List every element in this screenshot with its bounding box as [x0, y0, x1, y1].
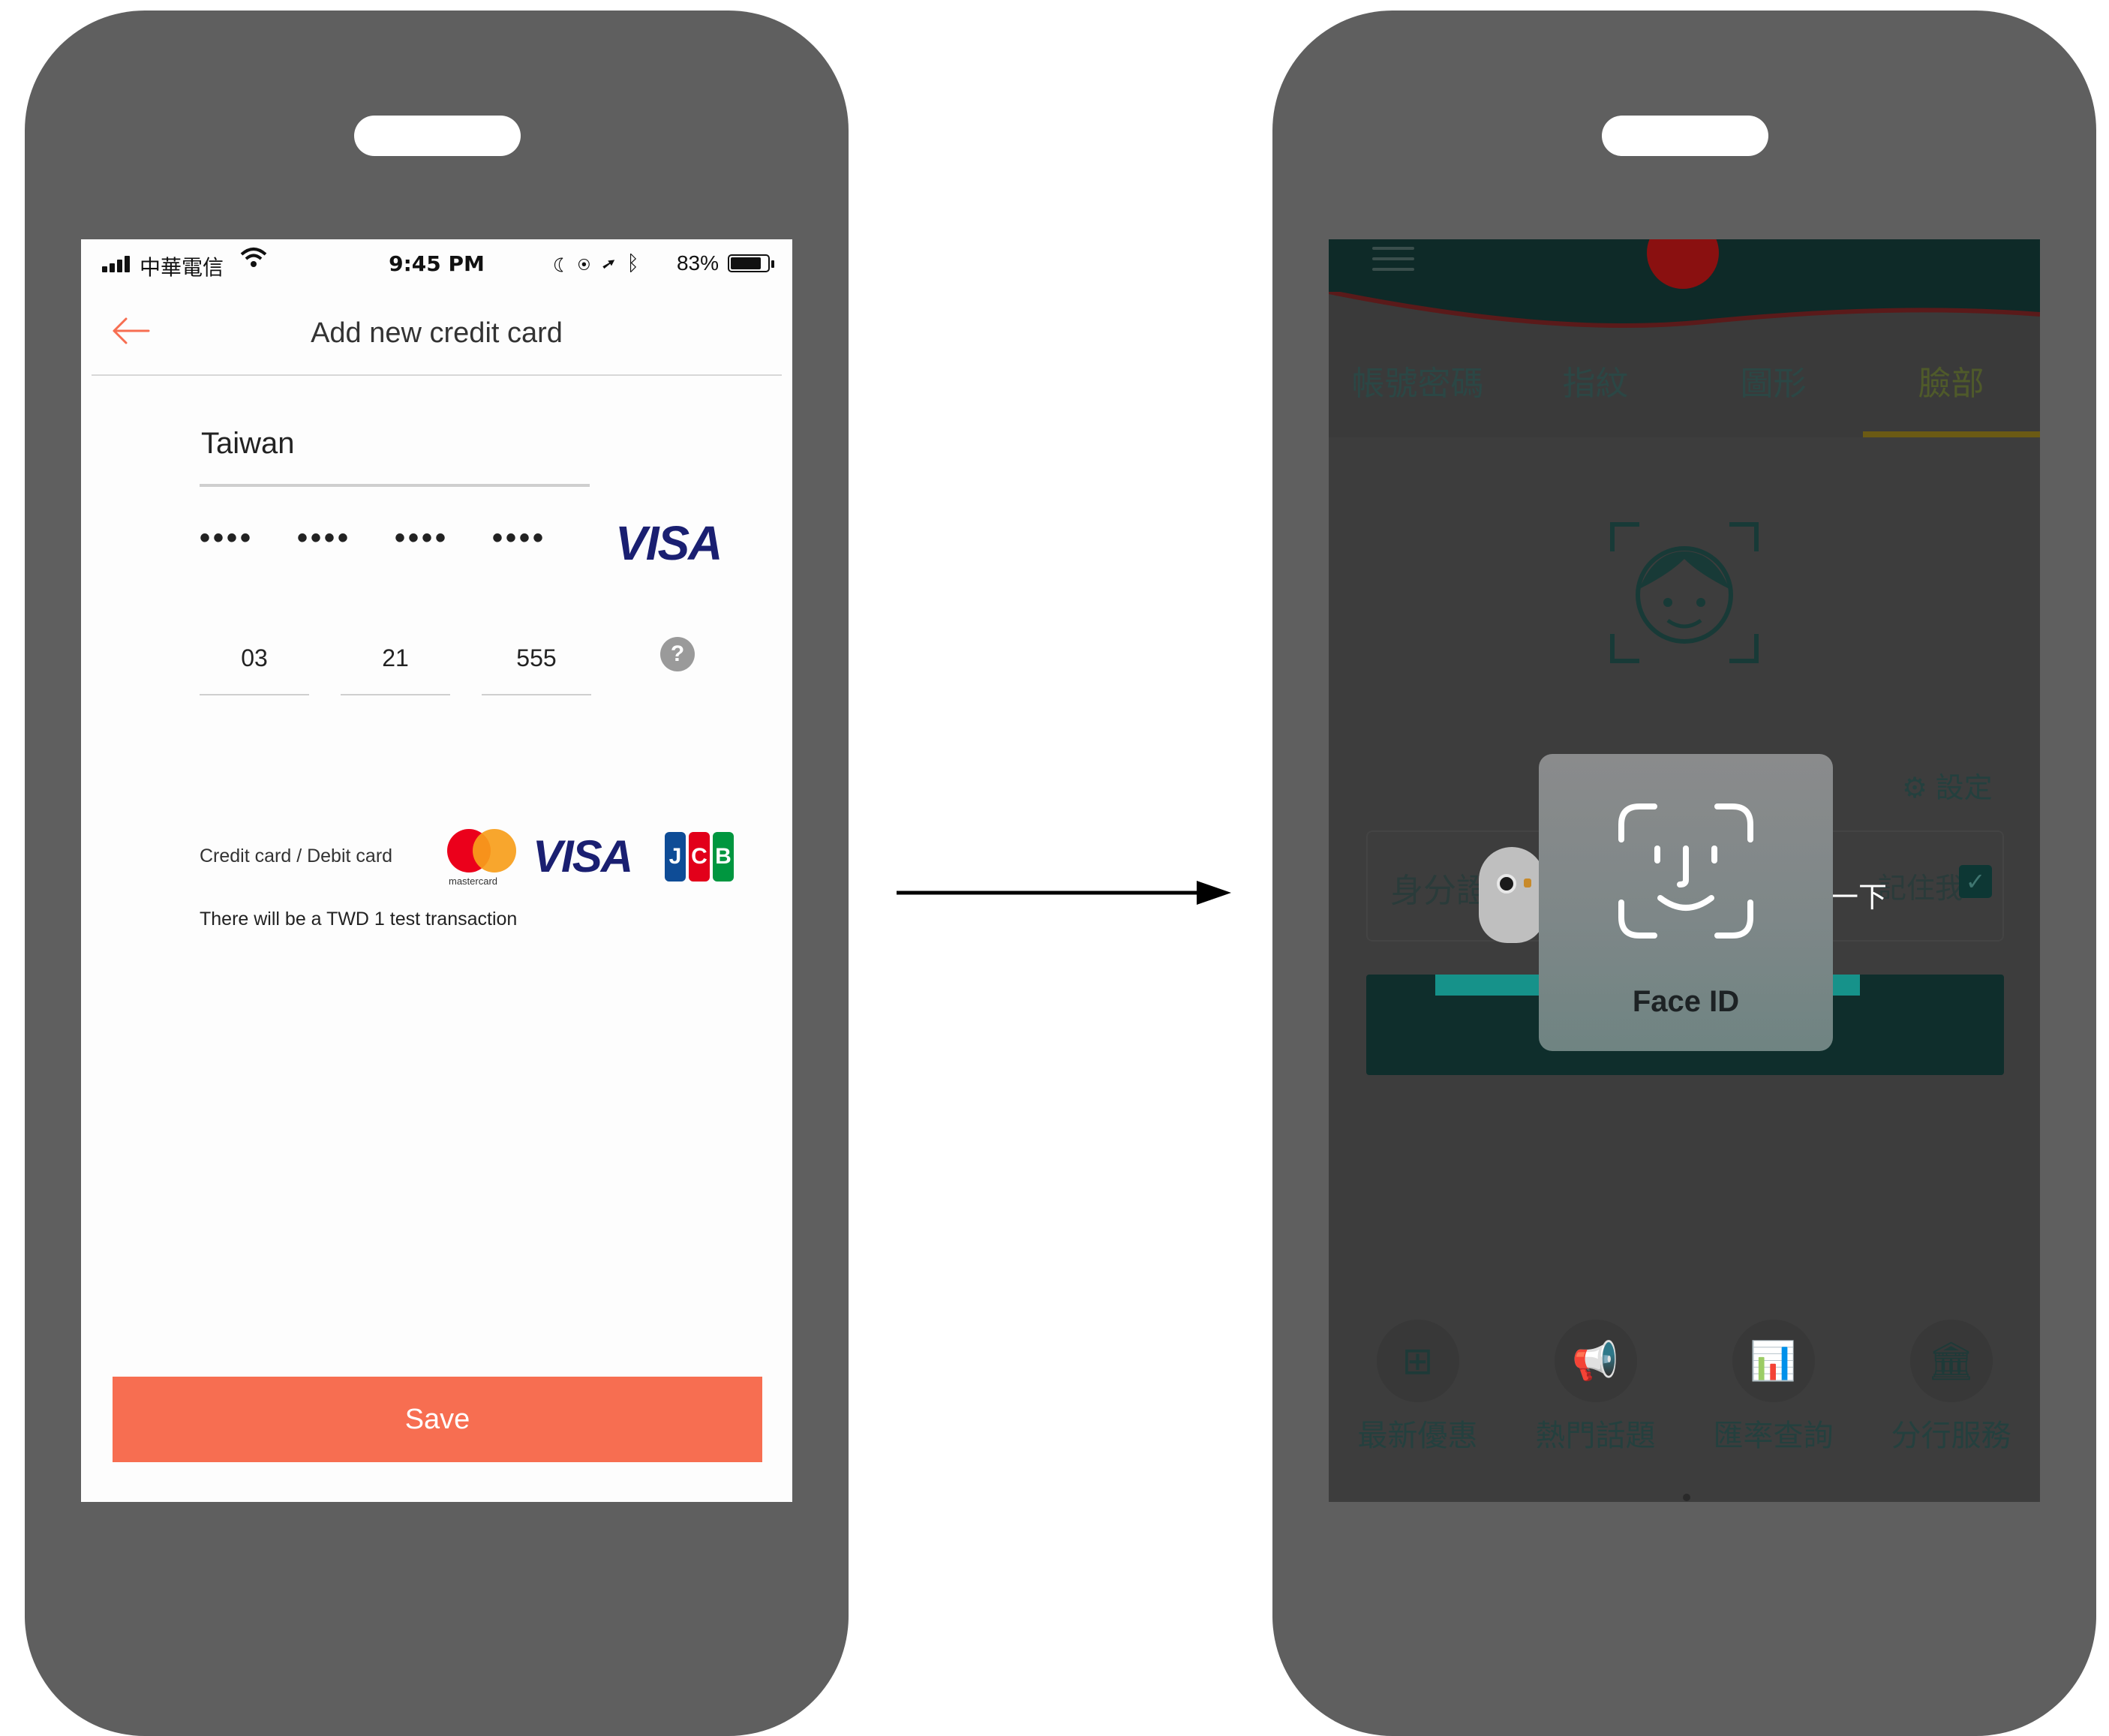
tab-fingerprint[interactable]: 指紋 [1507, 356, 1684, 404]
phone-frame-left: 中華電信 9:45 PM ☾ ◉ ➚ ᛒ 83% Add new credit … [25, 11, 849, 1736]
moon-icon: ☾ [553, 251, 569, 275]
save-button[interactable]: Save [113, 1377, 762, 1462]
faceid-icon [1618, 803, 1753, 939]
country-value: Taiwan [201, 427, 295, 460]
bottom-nav-label: 最新優惠 [1357, 1419, 1478, 1452]
remember-me-checkbox[interactable]: ✓ [1959, 865, 1992, 898]
bottom-nav-branches[interactable]: 🏛 分行服務 [1862, 1320, 2040, 1455]
tab-pattern[interactable]: 圖形 [1684, 356, 1862, 404]
nav-bar: Add new credit card [92, 289, 782, 376]
bottom-nav-promotions[interactable]: ⊞ 最新優惠 [1329, 1320, 1507, 1455]
login-tabs: 帳號密碼 指紋 圖形 臉部 [1329, 337, 2040, 437]
card-number-group-1[interactable]: •••• [200, 521, 254, 555]
card-types-text: Credit card / Debit card [200, 845, 393, 866]
battery-icon [728, 254, 770, 272]
bottom-nav-label: 分行服務 [1891, 1419, 2011, 1452]
megaphone-icon: 📢 [1554, 1320, 1637, 1402]
settings-link[interactable]: ⚙ 設定 [1902, 764, 1993, 806]
expiry-month-field[interactable]: 03 [200, 629, 309, 695]
flow-arrow [897, 881, 1231, 905]
page-indicator [1683, 1494, 1690, 1501]
bottom-nav-topics[interactable]: 📢 熱門話題 [1507, 1320, 1684, 1455]
mastercard-logo: mastercard [447, 829, 519, 889]
battery-percent: 83% [676, 251, 719, 275]
visa-logo-small: VISA [533, 831, 633, 882]
bottom-nav-exchange[interactable]: 📊 匯率查詢 [1684, 1320, 1862, 1455]
brand-logo [1647, 239, 1719, 289]
cvv-field[interactable]: 555 [482, 629, 591, 695]
country-field[interactable]: Taiwan [200, 412, 590, 487]
add-card-screen: 中華電信 9:45 PM ☾ ◉ ➚ ᛒ 83% Add new credit … [81, 239, 792, 1502]
gear-icon: ⚙ [1902, 773, 1928, 804]
card-number-group-4[interactable]: •••• [492, 521, 546, 555]
battery-tip [771, 260, 774, 268]
phone-frame-right: 帳號密碼 指紋 圖形 臉部 ⚙ 設定 身分證 記住我 ✓ 一下 Face ID … [1272, 11, 2096, 1736]
mastercard-label: mastercard [449, 876, 498, 887]
jcb-logo: J C B [665, 832, 734, 882]
bottom-nav-label: 匯率查詢 [1713, 1419, 1834, 1452]
expiry-year-value: 21 [382, 644, 409, 671]
location-icon: ➚ [602, 251, 618, 275]
menu-icon[interactable] [1372, 247, 1414, 274]
card-number-group-2[interactable]: •••• [297, 521, 351, 555]
faceid-label: Face ID [1632, 985, 1740, 1018]
face-login-screen: 帳號密碼 指紋 圖形 臉部 ⚙ 設定 身分證 記住我 ✓ 一下 Face ID … [1329, 239, 2040, 1502]
bluetooth-icon: ᛒ [626, 251, 642, 275]
remember-me-label: 記住我 [1878, 873, 1964, 905]
help-icon[interactable]: ? [660, 637, 695, 671]
gift-icon: ⊞ [1376, 1320, 1459, 1402]
status-bar: 中華電信 9:45 PM ☾ ◉ ➚ ᛒ 83% [81, 239, 792, 287]
face-scan-icon [1610, 522, 1759, 663]
background-text: 一下 [1830, 882, 1888, 914]
page-title: Add new credit card [311, 317, 563, 349]
bottom-nav: ⊞ 最新優惠 📢 熱門話題 📊 匯率查詢 🏛 分行服務 [1329, 1320, 2040, 1470]
active-tab-indicator [1863, 431, 2040, 437]
tab-password[interactable]: 帳號密碼 [1329, 356, 1507, 404]
bank-icon: 🏛 [1909, 1320, 1993, 1402]
faceid-dialog: Face ID [1539, 754, 1833, 1051]
test-transaction-note: There will be a TWD 1 test transaction [200, 909, 518, 930]
bottom-nav-label: 熱門話題 [1535, 1419, 1656, 1452]
cvv-value: 555 [516, 644, 557, 671]
expiry-year-field[interactable]: 21 [341, 629, 450, 695]
settings-label: 設定 [1935, 773, 1993, 804]
status-icons: ☾ ◉ ➚ ᛒ [553, 251, 642, 275]
visa-logo: VISA [615, 516, 723, 570]
speaker-slot [1602, 116, 1768, 156]
owl-mascot [1479, 847, 1545, 943]
speaker-slot [354, 116, 521, 156]
tab-face[interactable]: 臉部 [1862, 356, 2040, 404]
card-number-group-3[interactable]: •••• [395, 521, 449, 555]
id-label: 身分證 [1390, 873, 1489, 909]
rotation-lock-icon: ◉ [578, 251, 593, 275]
expiry-month-value: 03 [241, 644, 268, 671]
bar-chart-icon: 📊 [1732, 1320, 1815, 1402]
